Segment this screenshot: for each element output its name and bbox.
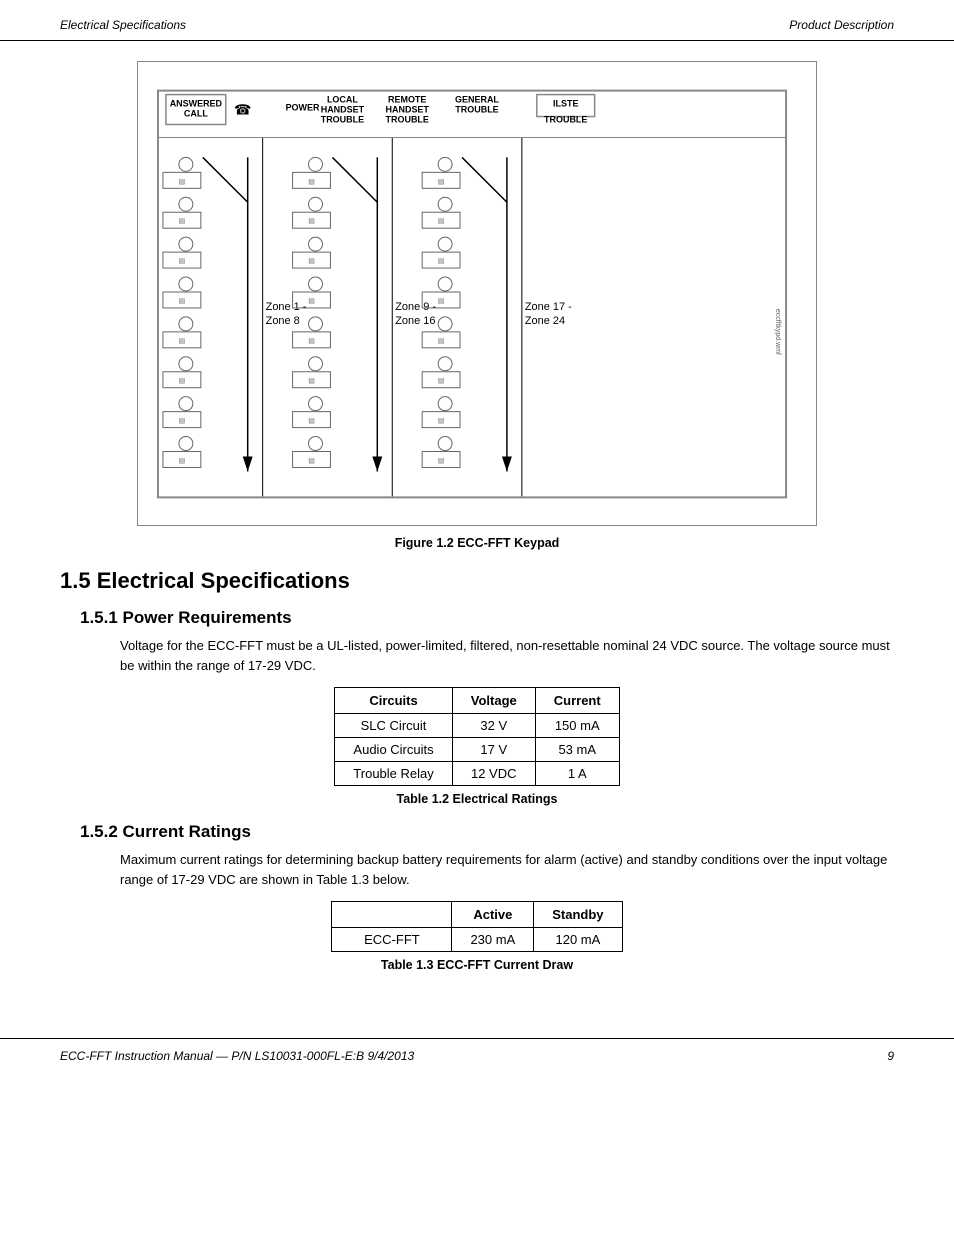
svg-text:Zone 16: Zone 16 <box>395 315 435 327</box>
svg-text:▤: ▤ <box>308 338 315 345</box>
svg-text:▤: ▤ <box>308 457 315 464</box>
svg-text:Zone 24: Zone 24 <box>525 315 565 327</box>
table-row: SLC Circuit 32 V 150 mA <box>335 714 619 738</box>
svg-text:▤: ▤ <box>308 218 315 225</box>
footer-right: 9 <box>887 1049 894 1063</box>
header-left: Electrical Specifications <box>60 18 186 32</box>
svg-text:Zone 1 -: Zone 1 - <box>266 301 307 313</box>
svg-text:▤: ▤ <box>438 418 445 425</box>
keypad-diagram: ANSWERED CALL ☎ POWER LOCAL HANDSET TROU… <box>148 72 806 512</box>
table-13-caption: Table 1.3 ECC-FFT Current Draw <box>60 958 894 972</box>
page-header: Electrical Specifications Product Descri… <box>0 0 954 41</box>
voltage-value: 17 V <box>452 738 535 762</box>
svg-text:TROUBLE: TROUBLE <box>544 115 587 125</box>
svg-text:▤: ▤ <box>308 258 315 265</box>
svg-text:CALL: CALL <box>184 109 208 119</box>
current-value: 1 A <box>535 762 619 786</box>
svg-text:▤: ▤ <box>179 378 186 385</box>
svg-text:▤: ▤ <box>308 298 315 305</box>
svg-text:TROUBLE: TROUBLE <box>386 115 429 125</box>
table-12-caption: Table 1.2 Electrical Ratings <box>60 792 894 806</box>
svg-text:Zone 17 -: Zone 17 - <box>525 301 572 313</box>
table-row: Audio Circuits 17 V 53 mA <box>335 738 619 762</box>
header-right: Product Description <box>789 18 894 32</box>
figure-container: ANSWERED CALL ☎ POWER LOCAL HANDSET TROU… <box>137 61 817 526</box>
svg-text:GENERAL: GENERAL <box>455 95 499 105</box>
svg-text:▤: ▤ <box>179 457 186 464</box>
svg-text:▤: ▤ <box>438 378 445 385</box>
svg-text:POWER: POWER <box>286 103 320 113</box>
device-name: ECC-FFT <box>332 928 452 952</box>
current-value: 53 mA <box>535 738 619 762</box>
svg-text:TROUBLE: TROUBLE <box>455 105 498 115</box>
svg-text:HANDSET: HANDSET <box>386 105 430 115</box>
svg-text:▤: ▤ <box>179 338 186 345</box>
svg-text:ANSWERED: ANSWERED <box>170 99 223 109</box>
table-electrical-ratings: Circuits Voltage Current SLC Circuit 32 … <box>334 687 619 786</box>
active-value: 230 mA <box>452 928 534 952</box>
svg-text:Zone 9 -: Zone 9 - <box>395 301 436 313</box>
figure-caption: Figure 1.2 ECC-FFT Keypad <box>60 536 894 550</box>
circuit-name: Audio Circuits <box>335 738 452 762</box>
svg-text:▤: ▤ <box>438 338 445 345</box>
col-header-current: Current <box>535 688 619 714</box>
circuit-name: SLC Circuit <box>335 714 452 738</box>
section-152-title: 1.5.2 Current Ratings <box>60 822 894 842</box>
svg-text:▤: ▤ <box>308 378 315 385</box>
svg-text:▤: ▤ <box>179 258 186 265</box>
table-current-draw: Active Standby ECC-FFT 230 mA 120 mA <box>331 901 622 952</box>
col-header-standby: Standby <box>534 902 622 928</box>
svg-text:☎: ☎ <box>234 102 251 118</box>
svg-text:eccfftkypd.wmf: eccfftkypd.wmf <box>774 309 781 355</box>
svg-text:▤: ▤ <box>179 178 186 185</box>
standby-value: 120 mA <box>534 928 622 952</box>
svg-text:▤: ▤ <box>438 178 445 185</box>
page-content: ANSWERED CALL ☎ POWER LOCAL HANDSET TROU… <box>0 41 954 1008</box>
voltage-value: 32 V <box>452 714 535 738</box>
section-151-title: 1.5.1 Power Requirements <box>60 608 894 628</box>
current-value: 150 mA <box>535 714 619 738</box>
svg-text:TROUBLE: TROUBLE <box>321 115 364 125</box>
svg-text:Zone 8: Zone 8 <box>266 315 300 327</box>
section-15-title: 1.5 Electrical Specifications <box>60 568 894 594</box>
page-footer: ECC-FFT Instruction Manual — P/N LS10031… <box>0 1038 954 1073</box>
table-row: ECC-FFT 230 mA 120 mA <box>332 928 622 952</box>
svg-text:LOCAL: LOCAL <box>327 95 358 105</box>
col-header-voltage: Voltage <box>452 688 535 714</box>
col-header-active: Active <box>452 902 534 928</box>
svg-text:REMOTE: REMOTE <box>388 95 426 105</box>
svg-text:▤: ▤ <box>308 418 315 425</box>
col-header-circuits: Circuits <box>335 688 452 714</box>
footer-left: ECC-FFT Instruction Manual — P/N LS10031… <box>60 1049 414 1063</box>
svg-text:HANDSET: HANDSET <box>321 105 365 115</box>
voltage-value: 12 VDC <box>452 762 535 786</box>
section-151-body: Voltage for the ECC-FFT must be a UL-lis… <box>60 636 894 675</box>
col-header-device <box>332 902 452 928</box>
svg-text:▤: ▤ <box>438 298 445 305</box>
section-152-body: Maximum current ratings for determining … <box>60 850 894 889</box>
svg-text:▤: ▤ <box>438 258 445 265</box>
svg-text:▤: ▤ <box>438 457 445 464</box>
table-row: Trouble Relay 12 VDC 1 A <box>335 762 619 786</box>
svg-text:▤: ▤ <box>179 298 186 305</box>
svg-text:▤: ▤ <box>179 218 186 225</box>
svg-text:▤: ▤ <box>179 418 186 425</box>
svg-text:▤: ▤ <box>438 218 445 225</box>
svg-text:ILSTE: ILSTE <box>553 99 578 109</box>
svg-text:▤: ▤ <box>308 178 315 185</box>
circuit-name: Trouble Relay <box>335 762 452 786</box>
